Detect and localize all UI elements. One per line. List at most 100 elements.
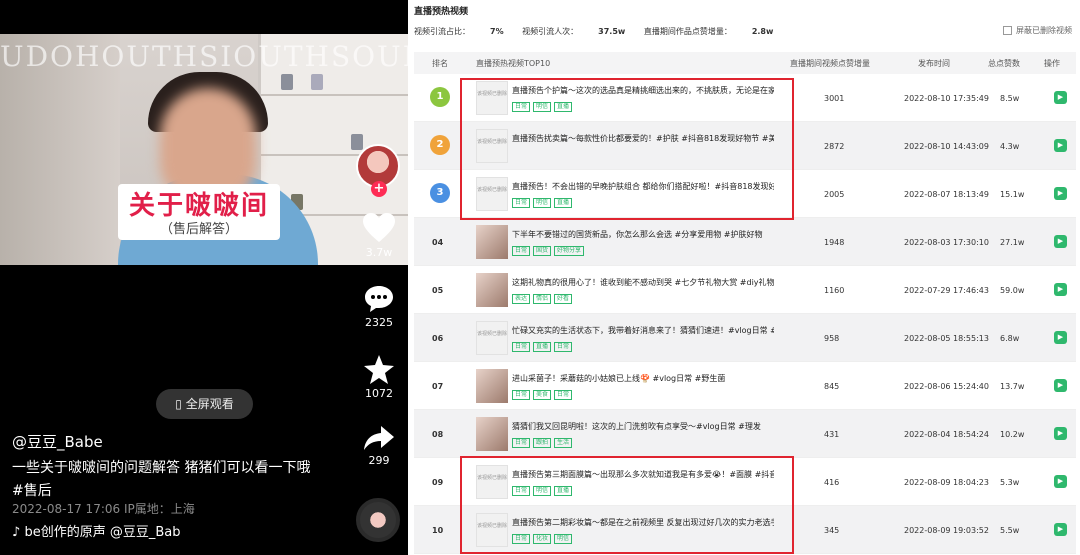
video-thumbnail[interactable] bbox=[476, 369, 508, 403]
header-time[interactable]: 发布时间 bbox=[918, 58, 950, 69]
header-likes[interactable]: 总点赞数 bbox=[988, 58, 1020, 69]
video-title[interactable]: 忙碌又充实的生活状态下，我带着好消息来了！猜猜们速进！#vlog日常 #工... bbox=[512, 325, 774, 336]
video-player[interactable]: UDOHOUTHSIOUTHSOUL 关于啵啵间 （售后解答） + 3.7w 2… bbox=[0, 0, 408, 555]
table-row[interactable]: 06 该视频已删除 忙碌又充实的生活状态下，我带着好消息来了！猜猜们速进！#vlog… bbox=[414, 314, 1076, 362]
like-button[interactable]: 3.7w bbox=[354, 212, 404, 259]
video-title[interactable]: 猜猜们我又回昆明啦！这次的上门洗剪吹有点享受～#vlog日常 #理发 bbox=[512, 421, 774, 432]
stat-traffic-ratio: 视频引流占比： 7% bbox=[414, 27, 504, 36]
rank-number: 05 bbox=[432, 286, 444, 295]
publish-time: 2022-08-10 14:43:09 bbox=[904, 142, 989, 151]
video-tag: 日常 bbox=[554, 342, 573, 352]
hide-deleted-checkbox[interactable] bbox=[1003, 26, 1012, 35]
play-icon[interactable]: ▶ bbox=[1054, 379, 1067, 392]
header-views[interactable]: 直播期间视频点赞增量 bbox=[790, 58, 870, 69]
comment-count: 2325 bbox=[365, 316, 393, 329]
music-info[interactable]: ♪ be创作的原声 @豆豆_Bab bbox=[12, 521, 180, 540]
total-likes: 5.3w bbox=[1000, 478, 1020, 487]
fullscreen-label: 全屏观看 bbox=[185, 397, 234, 411]
rank-number: 10 bbox=[432, 526, 444, 535]
video-tags: 日常 跟拍 生活 bbox=[512, 437, 575, 448]
share-button[interactable]: 299 bbox=[354, 424, 404, 467]
music-disc-icon[interactable] bbox=[356, 498, 400, 542]
publish-time: 2022-08-05 18:55:13 bbox=[904, 334, 989, 343]
share-count: 299 bbox=[368, 454, 390, 467]
publish-time: 2022-08-10 17:35:49 bbox=[904, 94, 989, 103]
rank-number: 08 bbox=[432, 430, 444, 439]
play-icon[interactable]: ▶ bbox=[1054, 427, 1067, 440]
rank-medal-icon: 1 bbox=[430, 87, 450, 107]
music-note-icon: ♪ bbox=[12, 525, 25, 540]
total-likes: 4.3w bbox=[1000, 142, 1020, 151]
publish-time: 2022-08-09 19:03:52 bbox=[904, 526, 989, 535]
rank-number: 07 bbox=[432, 382, 444, 391]
video-thumbnail[interactable] bbox=[476, 417, 508, 451]
total-likes: 8.5w bbox=[1000, 94, 1020, 103]
publish-time: 2022-07-29 17:46:43 bbox=[904, 286, 989, 295]
play-icon[interactable]: ▶ bbox=[1054, 187, 1067, 200]
fullscreen-button[interactable]: ▯ 全屏观看 bbox=[156, 389, 253, 419]
favorite-count: 1072 bbox=[365, 387, 393, 400]
play-icon[interactable]: ▶ bbox=[1054, 523, 1067, 536]
stat-like-increase: 直播期间作品点赞增量： 2.8w bbox=[643, 27, 774, 36]
video-tag: 美食 bbox=[533, 390, 552, 400]
favorite-button[interactable]: 1072 bbox=[354, 354, 404, 400]
video-tag: 日常 bbox=[512, 390, 531, 400]
like-increase-value: 1948 bbox=[824, 238, 845, 247]
post-meta: 2022-08-17 17:06 IP属地：上海 bbox=[12, 502, 195, 516]
video-thumbnail[interactable] bbox=[476, 273, 508, 307]
rank-number: 04 bbox=[432, 238, 444, 247]
header-op: 操作 bbox=[1044, 59, 1060, 68]
deleted-video-thumbnail[interactable]: 该视频已删除 bbox=[476, 321, 508, 355]
play-icon[interactable]: ▶ bbox=[1054, 283, 1067, 296]
play-icon[interactable]: ▶ bbox=[1054, 331, 1067, 344]
video-tag: 好看 bbox=[554, 294, 573, 304]
publish-time: 2022-08-03 17:30:10 bbox=[904, 238, 989, 247]
total-likes: 6.8w bbox=[1000, 334, 1020, 343]
play-icon[interactable]: ▶ bbox=[1054, 235, 1067, 248]
follow-plus-icon[interactable]: + bbox=[371, 181, 387, 197]
total-likes: 10.2w bbox=[1000, 430, 1025, 439]
video-description: 一些关于啵啵间的问题解答 猪猪们可以看一下哦 #售后 bbox=[12, 460, 311, 499]
like-increase-value: 2005 bbox=[824, 190, 845, 199]
comment-button[interactable]: 2325 bbox=[354, 284, 404, 329]
total-likes: 5.5w bbox=[1000, 526, 1020, 535]
play-icon[interactable]: ▶ bbox=[1054, 91, 1067, 104]
stats-bar: 视频引流占比： 7% 视频引流人次： 37.5w 直播期间作品点赞增量： 2.8w bbox=[414, 26, 789, 37]
author-name[interactable]: @豆豆_Babe bbox=[12, 431, 103, 452]
highlight-box-top bbox=[460, 78, 794, 220]
table-row[interactable]: 05 这期礼物真的很用心了！谁收到能不感动到哭 #七夕节礼物大赏 #diy礼物..… bbox=[414, 266, 1076, 314]
fullscreen-icon: ▯ bbox=[175, 397, 186, 411]
video-title[interactable]: 进山采菌子！采蘑菇的小姑娘已上线🍄 #vlog日常 #野生菌 bbox=[512, 373, 774, 384]
video-watermark: UDOHOUTHSIOUTHSOUL bbox=[0, 40, 408, 73]
like-increase-value: 845 bbox=[824, 382, 840, 391]
filter-label: 屏蔽已删除视频 bbox=[1016, 26, 1072, 35]
table-row[interactable]: 04 下半年不要错过的国货新品，你怎么那么会选 #分享爱用物 #护肤好物 日常 国货好… bbox=[414, 218, 1076, 266]
video-thumbnail[interactable] bbox=[476, 225, 508, 259]
total-likes: 15.1w bbox=[1000, 190, 1025, 199]
video-tag: 日常 bbox=[512, 342, 531, 352]
video-frame[interactable]: UDOHOUTHSIOUTHSOUL 关于啵啵间 （售后解答） bbox=[0, 34, 408, 265]
table-header: 排名 直播预热视频TOP10 直播期间视频点赞增量 发布时间 总点赞数 操作 bbox=[414, 52, 1076, 74]
play-icon[interactable]: ▶ bbox=[1054, 475, 1067, 488]
total-likes: 59.0w bbox=[1000, 286, 1025, 295]
like-increase-value: 1160 bbox=[824, 286, 845, 295]
caption-title: 关于啵啵间 bbox=[128, 191, 269, 221]
hide-deleted-filter[interactable]: 屏蔽已删除视频 bbox=[1003, 25, 1072, 36]
video-tag: 表达 bbox=[512, 294, 531, 304]
header-rank: 排名 bbox=[432, 59, 448, 68]
preheat-video-panel: 直播预热视频 视频引流占比： 7% 视频引流人次： 37.5w 直播期间作品点赞增量… bbox=[410, 0, 1080, 555]
publish-time: 2022-08-09 18:04:23 bbox=[904, 478, 989, 487]
stat-traffic-count: 视频引流人次： 37.5w bbox=[522, 27, 626, 36]
video-tag: 情侣 bbox=[533, 294, 552, 304]
rank-medal-icon: 3 bbox=[430, 183, 450, 203]
video-tag: 日常 bbox=[512, 438, 531, 448]
video-tag: 直播 bbox=[533, 342, 552, 352]
video-title[interactable]: 下半年不要错过的国货新品，你怎么那么会选 #分享爱用物 #护肤好物 bbox=[512, 229, 774, 240]
table-row[interactable]: 08 猜猜们我又回昆明啦！这次的上门洗剪吹有点享受～#vlog日常 #理发 日常 跟拍… bbox=[414, 410, 1076, 458]
video-title[interactable]: 这期礼物真的很用心了！谁收到能不感动到哭 #七夕节礼物大赏 #diy礼物... bbox=[512, 277, 774, 288]
play-icon[interactable]: ▶ bbox=[1054, 139, 1067, 152]
table-row[interactable]: 07 进山采菌子！采蘑菇的小姑娘已上线🍄 #vlog日常 #野生菌 日常 美食 日常 84… bbox=[414, 362, 1076, 410]
panel-title: 直播预热视频 bbox=[414, 7, 469, 17]
star-icon bbox=[364, 355, 394, 384]
video-tag: 生活 bbox=[554, 438, 573, 448]
